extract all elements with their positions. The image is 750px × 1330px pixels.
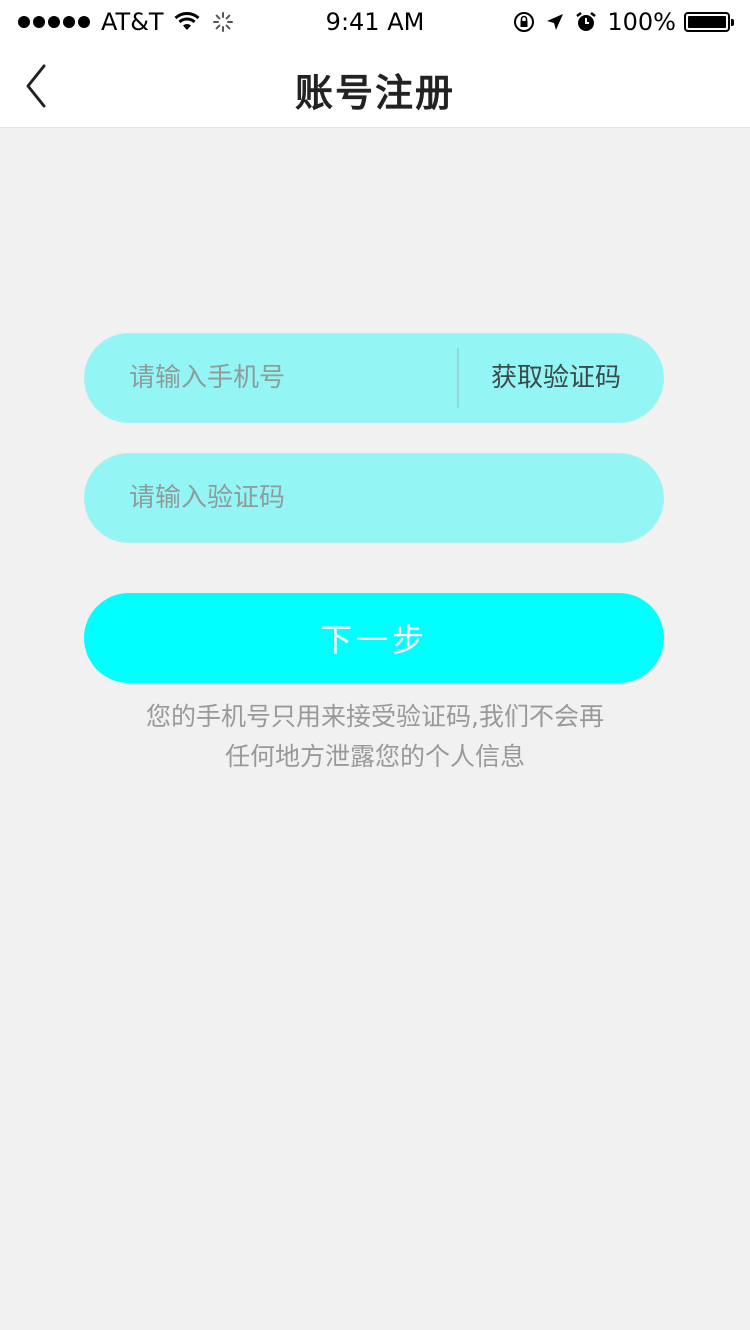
get-code-button[interactable]: 获取验证码 — [491, 334, 621, 422]
notice-line-1: 您的手机号只用来接受验证码,我们不会再 — [146, 702, 604, 731]
orientation-lock-icon — [513, 11, 535, 33]
phone-input[interactable] — [129, 334, 429, 422]
code-field — [84, 453, 664, 543]
navigation-bar: 账号注册 — [0, 44, 750, 128]
alarm-clock-icon — [575, 11, 597, 33]
next-button[interactable]: 下一步 — [84, 593, 664, 683]
privacy-notice: 您的手机号只用来接受验证码,我们不会再 任何地方泄露您的个人信息 — [100, 697, 650, 777]
status-right: 100% — [503, 8, 734, 36]
battery-icon — [684, 12, 734, 32]
verification-code-input[interactable] — [129, 454, 429, 542]
location-arrow-icon — [545, 12, 565, 32]
battery-percent: 100% — [607, 8, 676, 36]
phone-field: 获取验证码 — [84, 333, 664, 423]
status-bar: AT&T 9:41 AM 100% — [0, 0, 750, 44]
notice-line-2: 任何地方泄露您的个人信息 — [224, 742, 525, 771]
field-divider — [457, 348, 459, 408]
page-title: 账号注册 — [294, 71, 455, 115]
